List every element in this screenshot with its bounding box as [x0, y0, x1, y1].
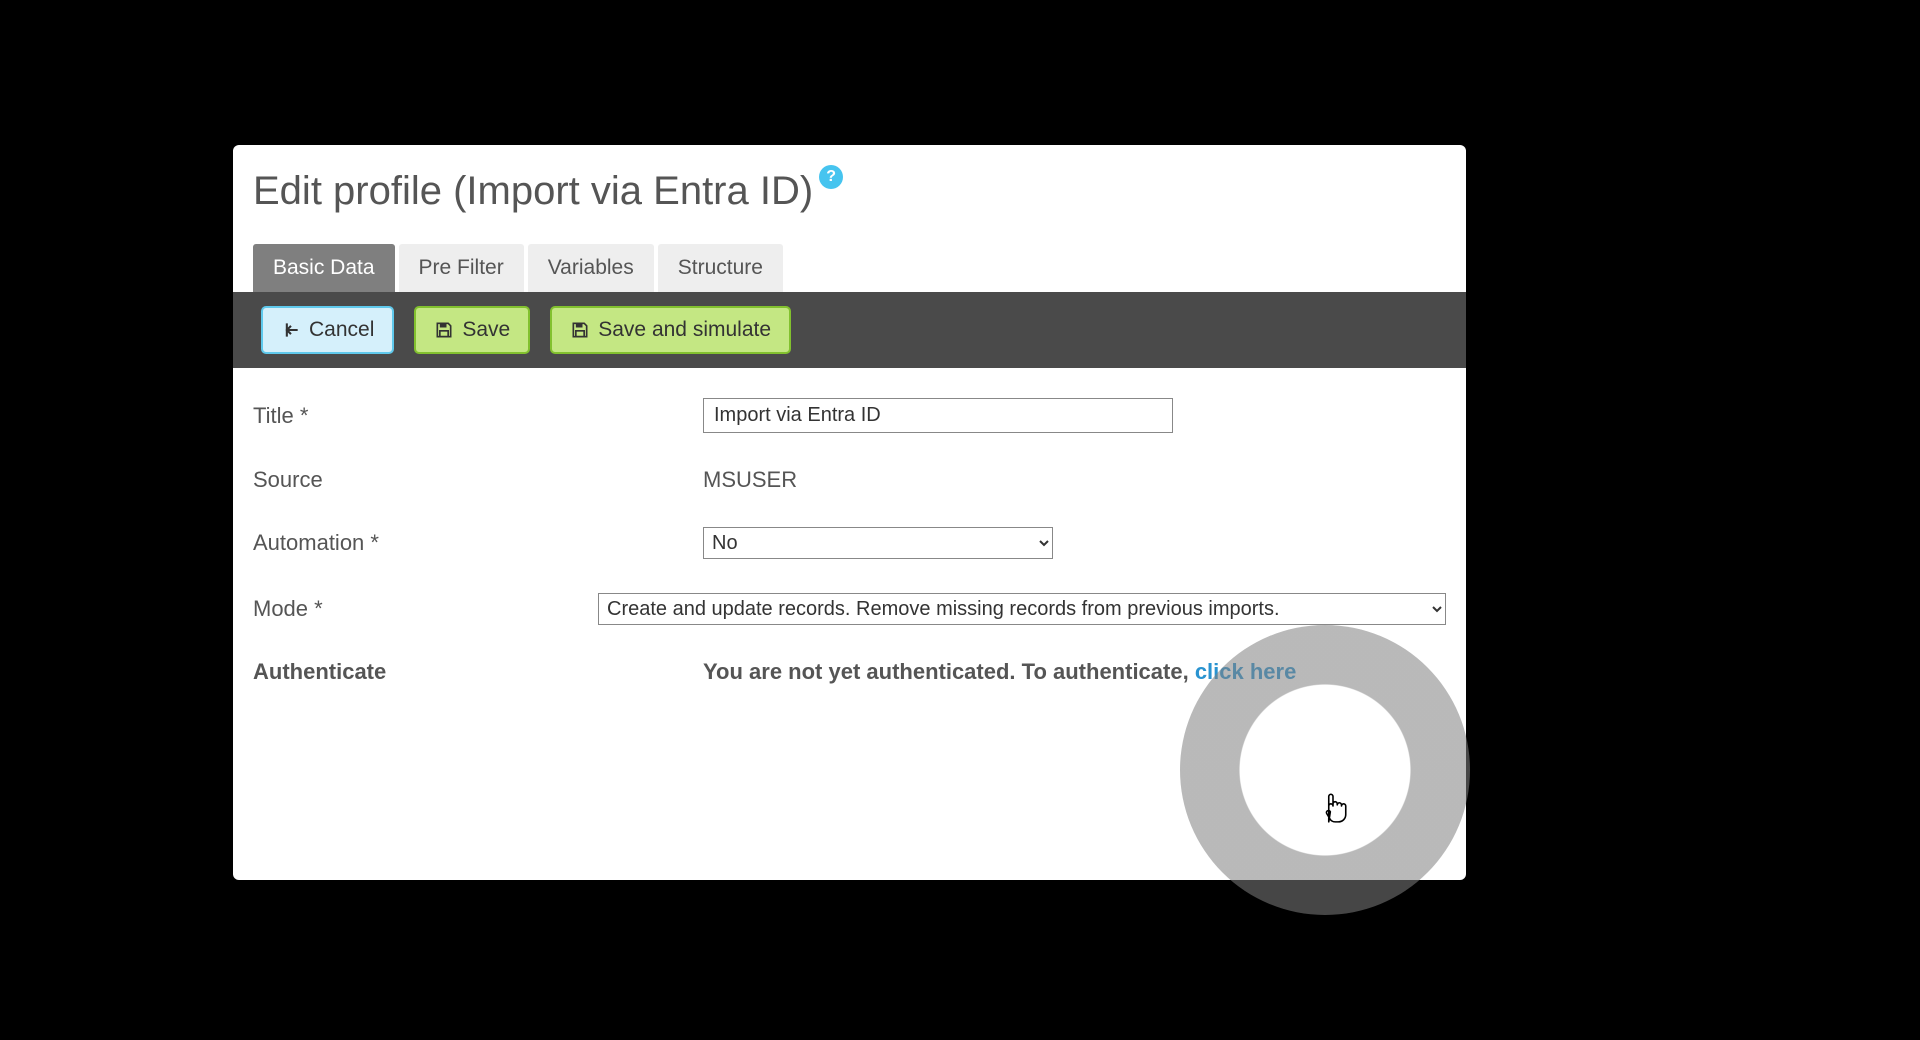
- save-button-label: Save: [462, 318, 510, 342]
- tab-basic-data[interactable]: Basic Data: [253, 244, 395, 292]
- row-authenticate: Authenticate You are not yet authenticat…: [253, 659, 1446, 685]
- mode-select[interactable]: Create and update records. Remove missin…: [598, 593, 1446, 625]
- tab-structure[interactable]: Structure: [658, 244, 783, 292]
- cancel-button-label: Cancel: [309, 318, 374, 342]
- authenticate-link[interactable]: click here: [1195, 659, 1297, 684]
- automation-label: Automation *: [253, 530, 703, 556]
- row-automation: Automation * No: [253, 527, 1446, 559]
- title-label: Title *: [253, 403, 703, 429]
- help-icon[interactable]: ?: [819, 165, 843, 189]
- cancel-button[interactable]: Cancel: [261, 306, 394, 354]
- row-source: Source MSUSER: [253, 467, 1446, 493]
- mode-label: Mode *: [253, 596, 598, 622]
- save-icon: [570, 320, 590, 340]
- authenticate-message: You are not yet authenticated. To authen…: [703, 659, 1296, 685]
- tab-variables[interactable]: Variables: [528, 244, 654, 292]
- authenticate-label: Authenticate: [253, 659, 703, 685]
- authenticate-text: You are not yet authenticated. To authen…: [703, 659, 1195, 684]
- automation-select[interactable]: No: [703, 527, 1053, 559]
- edit-profile-panel: Edit profile (Import via Entra ID) ? Bas…: [233, 145, 1466, 880]
- save-simulate-button-label: Save and simulate: [598, 318, 771, 342]
- form-area: Title * Source MSUSER Automation * No Mo…: [233, 368, 1466, 749]
- action-toolbar: Cancel Save Save and simulate: [233, 292, 1466, 368]
- source-label: Source: [253, 467, 703, 493]
- page-title: Edit profile (Import via Entra ID) ?: [233, 145, 1466, 224]
- row-title: Title *: [253, 398, 1446, 433]
- save-icon: [434, 320, 454, 340]
- save-simulate-button[interactable]: Save and simulate: [550, 306, 791, 354]
- page-title-text: Edit profile (Import via Entra ID): [253, 169, 813, 214]
- back-arrow-icon: [281, 320, 301, 340]
- source-value: MSUSER: [703, 467, 797, 493]
- title-input[interactable]: [703, 398, 1173, 433]
- tab-pre-filter[interactable]: Pre Filter: [399, 244, 524, 292]
- save-button[interactable]: Save: [414, 306, 530, 354]
- tab-bar: Basic Data Pre Filter Variables Structur…: [233, 224, 1466, 292]
- row-mode: Mode * Create and update records. Remove…: [253, 593, 1446, 625]
